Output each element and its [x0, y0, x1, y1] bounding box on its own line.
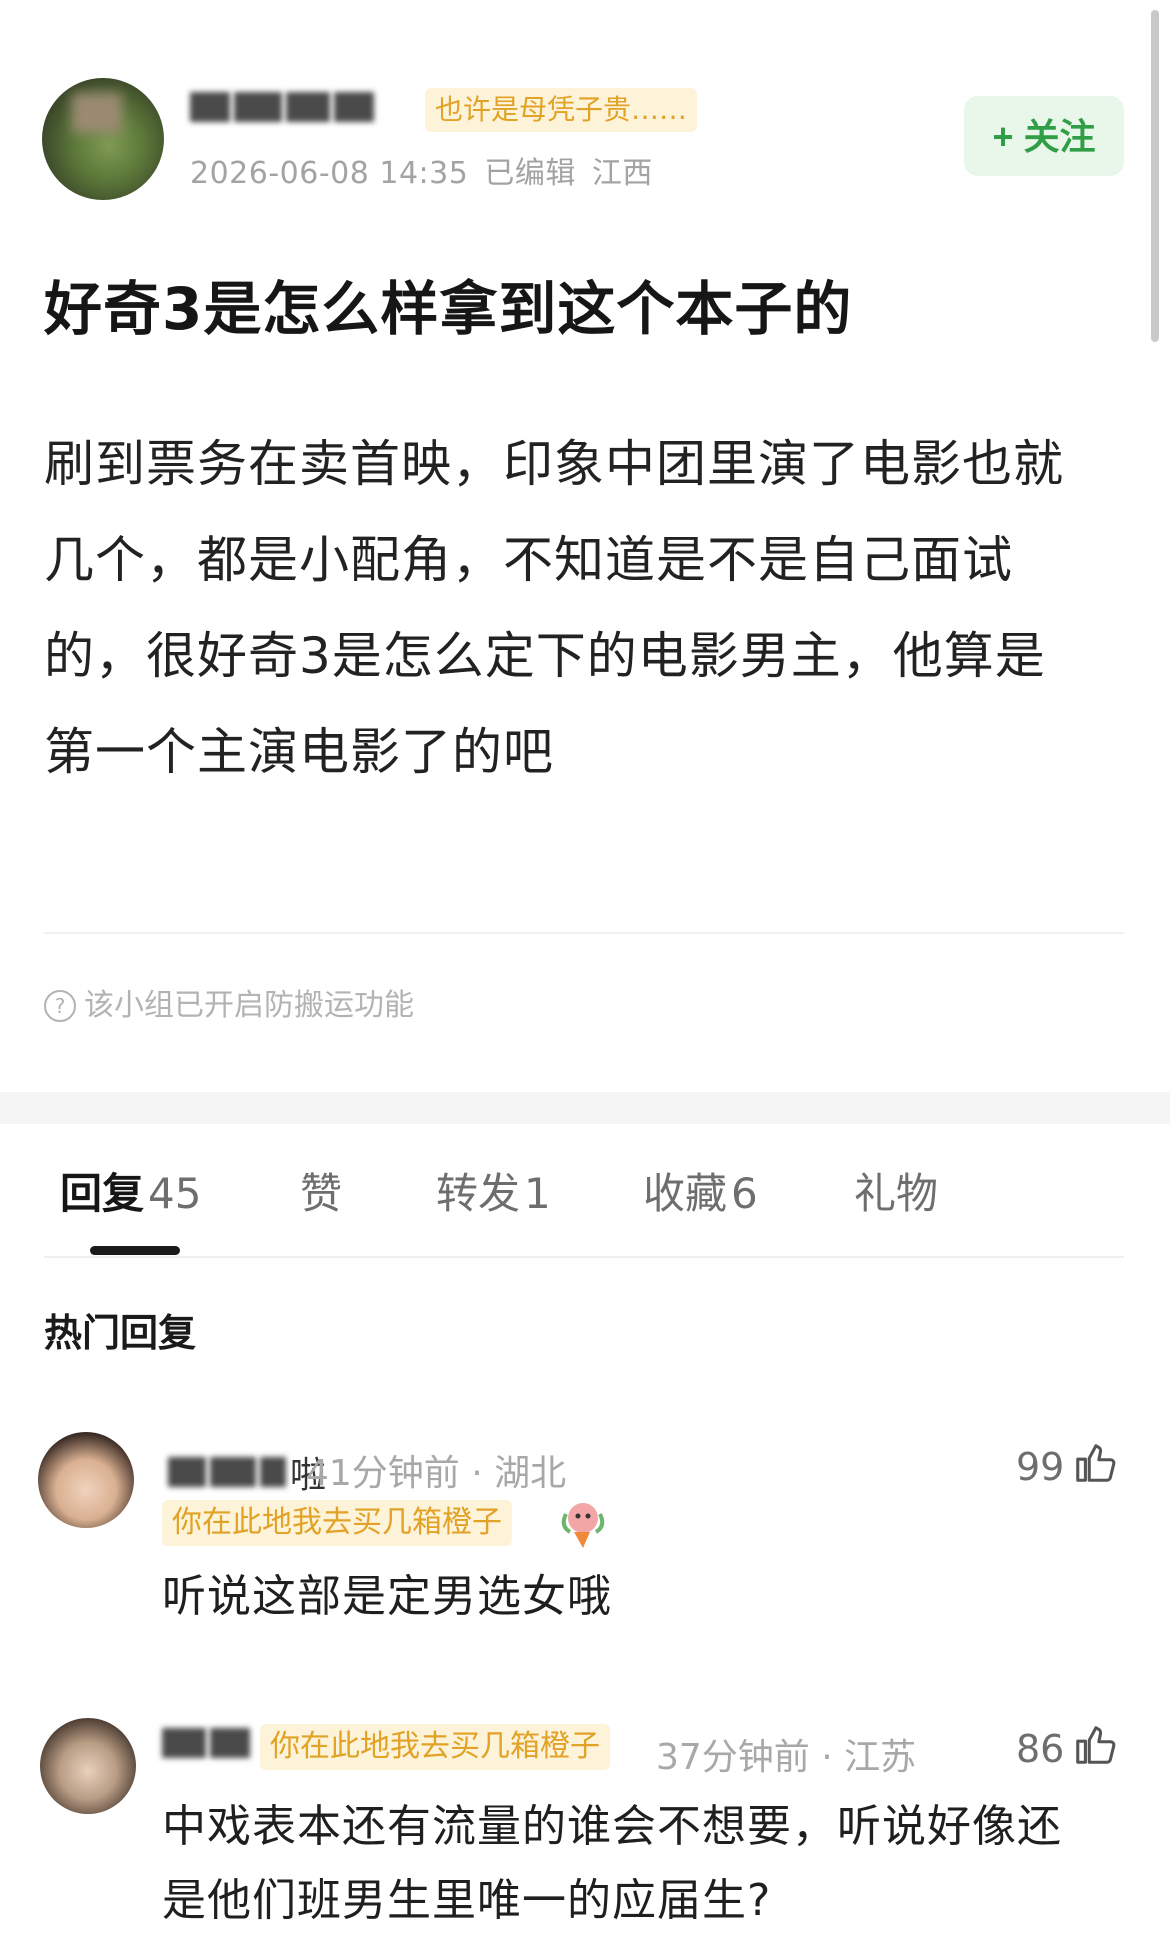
comment-avatar[interactable]: [38, 1432, 134, 1528]
comment-location: 湖北: [494, 1453, 567, 1494]
comment-group-tag[interactable]: 你在此地我去买几箱橙子: [162, 1500, 512, 1546]
author-group-tag[interactable]: 也许是母凭子贵……: [425, 88, 698, 132]
post-body-line: 刷到票务在卖首映，印象中团里演了电影也就: [44, 435, 1064, 493]
comment-username-redacted[interactable]: [162, 1728, 254, 1758]
post-edited: 已编辑: [484, 156, 576, 191]
comment-time: 41分钟前: [306, 1453, 460, 1494]
anti-repost-notice: ? 该小组已开启防搬运功能: [44, 980, 414, 1024]
tab-count: 6: [731, 1169, 758, 1218]
comment-text-line: 是他们班男生里唯一的应届生?: [162, 1875, 772, 1926]
comment-time: 37分钟前: [656, 1737, 810, 1778]
hot-replies-heading: 热门回复: [44, 1311, 197, 1355]
follow-button[interactable]: + 关注: [964, 96, 1124, 176]
comment-text: 听说这部是定男选女哦: [162, 1560, 612, 1634]
comment-group-tag[interactable]: 你在此地我去买几箱橙子: [260, 1724, 610, 1770]
comment-avatar[interactable]: [40, 1718, 136, 1814]
tab-label: 礼物: [854, 1169, 939, 1218]
thumb-up-icon: [1076, 1726, 1116, 1764]
post-title: 好奇3是怎么样拿到这个本子的: [44, 275, 853, 343]
comment-location: 江苏: [844, 1737, 917, 1778]
comment-like-button[interactable]: 86: [1016, 1722, 1118, 1771]
tab-label: 赞: [300, 1169, 343, 1218]
tab-reposts[interactable]: 转发1: [436, 1160, 551, 1221]
comment-text-line: 听说这部是定男选女哦: [162, 1571, 612, 1622]
question-circle-icon: ?: [44, 990, 76, 1022]
section-gap: [0, 1092, 1170, 1124]
post-body: 刷到票务在卖首映，印象中团里演了电影也就 几个，都是小配角，不知道是不是自己面试…: [44, 416, 1124, 800]
comment-meta: 41分钟前 · 湖北: [306, 1453, 567, 1494]
tab-gifts[interactable]: 礼物: [854, 1160, 942, 1221]
thumb-up-icon: [1076, 1444, 1116, 1482]
tab-count: 1: [524, 1169, 551, 1218]
post-body-line: 几个，都是小配角，不知道是不是自己面试: [44, 531, 1013, 589]
tab-label: 转发: [436, 1169, 521, 1218]
tab-replies[interactable]: 回复45: [60, 1160, 201, 1221]
tab-likes[interactable]: 赞: [300, 1160, 346, 1221]
author-name-redacted[interactable]: [190, 92, 395, 128]
post-location: 江西: [591, 156, 653, 191]
notice-text: 该小组已开启防搬运功能: [84, 988, 414, 1023]
tab-favorites[interactable]: 收藏6: [643, 1160, 758, 1221]
post-body-line: 的，很好奇3是怎么定下的电影男主，他算是: [44, 627, 1046, 685]
scrollbar[interactable]: [1151, 10, 1159, 342]
tab-label: 回复: [60, 1169, 145, 1218]
post-meta: 2026-06-08 14:35 已编辑 江西: [190, 148, 669, 192]
post-body-line: 第一个主演电影了的吧: [44, 723, 554, 781]
tab-label: 收藏: [643, 1169, 728, 1218]
active-tab-indicator: [90, 1246, 180, 1255]
sticker-icon: [561, 1503, 605, 1548]
comment-text: 中戏表本还有流量的谁会不想要，听说好像还 是他们班男生里唯一的应届生?: [162, 1790, 1062, 1938]
tab-count: 45: [148, 1169, 202, 1218]
like-count: 86: [1016, 1727, 1065, 1771]
divider: [44, 1256, 1124, 1258]
like-count: 99: [1016, 1445, 1065, 1489]
comment-meta: 37分钟前 · 江苏: [656, 1737, 917, 1778]
divider: [44, 932, 1124, 934]
comment-like-button[interactable]: 99: [1016, 1440, 1118, 1489]
post-timestamp: 2026-06-08 14:35: [190, 156, 469, 191]
comment-text-line: 中戏表本还有流量的谁会不想要，听说好像还: [162, 1801, 1062, 1852]
author-avatar[interactable]: [42, 78, 164, 200]
